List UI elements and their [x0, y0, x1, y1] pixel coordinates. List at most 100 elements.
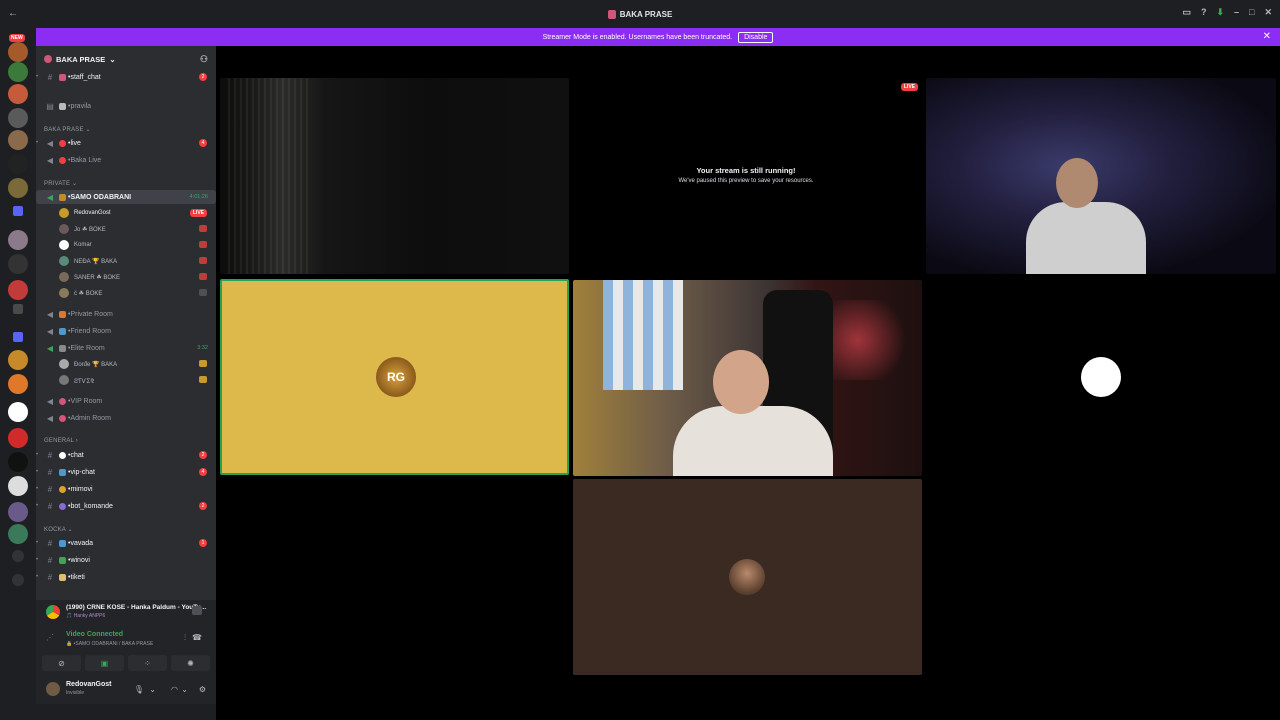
avatar: [59, 288, 69, 298]
voice-member[interactable]: SANER ☘ BOKE: [36, 270, 216, 284]
channel-live[interactable]: • ◀ •live 4: [36, 136, 216, 150]
voice-channel-vip-room[interactable]: ◀ •VIP Room: [36, 394, 216, 408]
guild-header[interactable]: BAKA PRASE ⌄ ⚇: [36, 51, 216, 67]
server-icon[interactable]: [8, 452, 28, 472]
discover-icon[interactable]: [12, 574, 24, 586]
video-tile-streamer-room[interactable]: [573, 280, 922, 476]
server-icon[interactable]: [8, 42, 28, 62]
back-arrow-icon[interactable]: ←: [8, 8, 18, 19]
video-tile-dark-room[interactable]: [220, 78, 569, 274]
category-private[interactable]: PRIVATE ⌄: [44, 180, 77, 187]
minimize-icon[interactable]: –: [1234, 7, 1239, 18]
soundboard-icon[interactable]: ✺: [171, 655, 210, 671]
voice-member[interactable]: NEĐA 🏆 BAKA: [36, 254, 216, 268]
voice-channel-path[interactable]: 🔒 •SAMO ODABRANI / BAKA PRASE: [66, 641, 153, 647]
server-icon[interactable]: [8, 178, 28, 198]
server-icon[interactable]: [13, 304, 23, 314]
voice-member[interactable]: ć ☘ BOKE: [36, 286, 216, 300]
add-server-icon[interactable]: [12, 550, 24, 562]
avatar: [59, 240, 69, 250]
stream-preview-tile[interactable]: LIVE Your stream is still running! We've…: [570, 78, 922, 274]
activity-panel[interactable]: (1990) CRNE KOSE - Hanka Paldum - YouTu.…: [36, 600, 216, 624]
maximize-icon[interactable]: □: [1249, 7, 1254, 18]
channel-bot-komande[interactable]: • # •bot_komande 2: [36, 499, 216, 513]
server-icon[interactable]: [8, 280, 28, 300]
server-icon[interactable]: [8, 62, 28, 82]
download-icon[interactable]: ⬇: [1216, 7, 1224, 18]
screen-share-button-icon[interactable]: ▣: [85, 655, 124, 671]
settings-gear-icon[interactable]: ⚙: [199, 685, 206, 694]
server-icon[interactable]: [8, 502, 28, 522]
disable-streamer-mode-button[interactable]: Disable: [738, 31, 774, 43]
server-icon[interactable]: [13, 332, 23, 342]
server-icon[interactable]: [8, 154, 28, 174]
invite-people-icon[interactable]: ⚇: [200, 54, 208, 65]
server-icon[interactable]: [8, 84, 28, 104]
voice-channel-private-room[interactable]: ◀ •Private Room: [36, 307, 216, 321]
video-tile-avatar[interactable]: [573, 479, 922, 675]
help-icon[interactable]: ?: [1201, 7, 1207, 18]
voice-channel-elite-room[interactable]: ◀ •Elite Room 3:32: [36, 341, 216, 355]
voice-member[interactable]: Đorđe 🏆 BAKA: [36, 357, 216, 371]
window-title: BAKA PRASE: [619, 9, 673, 19]
server-icon[interactable]: [13, 206, 23, 216]
channel-chat[interactable]: • # •chat 2: [36, 448, 216, 462]
person-image: [1026, 148, 1146, 274]
video-tile-empty[interactable]: [926, 279, 1276, 475]
headphones-icon[interactable]: ◠: [171, 685, 178, 694]
voice-member[interactable]: ƧƬѴΣ⅊: [36, 373, 216, 387]
voice-channel-admin-room[interactable]: ◀ •Admin Room: [36, 411, 216, 425]
chevron-down-icon[interactable]: ⌄: [181, 685, 188, 694]
channel-staff-chat[interactable]: • # •staff_chat 2: [36, 70, 216, 84]
voice-member[interactable]: RedovanGost LIVE: [36, 206, 216, 220]
server-icon[interactable]: [8, 350, 28, 370]
activities-icon[interactable]: ⁘: [128, 655, 167, 671]
channel-emoji-icon: [59, 468, 66, 476]
voice-channel-samo-odabrani[interactable]: ◀ •SAMO ODABRANI 4:01:26: [36, 190, 216, 204]
server-icon[interactable]: [8, 230, 28, 250]
voice-member[interactable]: Komar: [36, 238, 216, 252]
server-icon[interactable]: [8, 428, 28, 448]
user-panel: RedovanGost Invisible 🎙 ⌄ ◠ ⌄ ⚙: [36, 676, 216, 704]
category-kocka[interactable]: KOCKA ⌄: [44, 526, 73, 533]
channel-pravila[interactable]: ▤ •pravila: [36, 99, 216, 113]
server-icon[interactable]: [8, 254, 28, 274]
noise-suppression-icon[interactable]: ⫶: [184, 633, 186, 643]
stream-paused-title: Your stream is still running!: [696, 166, 796, 175]
server-icon[interactable]: [8, 402, 28, 422]
avatar[interactable]: [46, 682, 60, 696]
server-icon[interactable]: [8, 374, 28, 394]
voice-channel-icon: ◀: [46, 343, 54, 353]
close-window-icon[interactable]: ✕: [1264, 7, 1272, 18]
video-tile-webcam-person[interactable]: [926, 78, 1276, 274]
inbox-icon[interactable]: ▭: [1182, 7, 1191, 18]
chevron-down-icon[interactable]: ⌄: [149, 685, 156, 694]
category-baka-prase[interactable]: BAKA PRASE ⌄: [44, 126, 91, 133]
close-banner-icon[interactable]: ✕: [1263, 31, 1271, 42]
disconnect-icon[interactable]: ☎: [192, 633, 202, 642]
channel-vavada[interactable]: • # •vavada 1: [36, 536, 216, 550]
avatar-placeholder: [1081, 357, 1121, 397]
server-icon[interactable]: [8, 476, 28, 496]
voice-member[interactable]: Jo ☘ BOKE: [36, 222, 216, 236]
voice-channel-friend-room[interactable]: ◀ •Friend Room: [36, 324, 216, 338]
channel-emoji-icon: [59, 539, 66, 547]
channel-winovi[interactable]: • # •winovi: [36, 553, 216, 567]
text-channel-icon: #: [47, 538, 53, 548]
channel-baka-live[interactable]: ◀ •Baka Live: [36, 153, 216, 167]
activity-title: (1990) CRNE KOSE - Hanka Paldum - YouTu.…: [66, 604, 207, 611]
camera-off-icon[interactable]: ⊘: [42, 655, 81, 671]
server-icon[interactable]: [8, 108, 28, 128]
category-general[interactable]: GENERAL ›: [44, 438, 78, 444]
server-icon[interactable]: [8, 524, 28, 544]
new-badge: NEW: [9, 34, 25, 42]
channel-mimovi[interactable]: • # •mimovi: [36, 482, 216, 496]
server-icon[interactable]: [8, 130, 28, 150]
screen-share-icon[interactable]: [192, 606, 202, 615]
video-tile-speaking-avatar[interactable]: RG: [220, 279, 569, 475]
unread-indicator-icon: •: [36, 74, 39, 80]
microphone-icon[interactable]: 🎙: [134, 685, 144, 694]
user-name[interactable]: RedovanGost: [66, 681, 112, 688]
channel-vip-chat[interactable]: • # •vip-chat 4: [36, 465, 216, 479]
channel-tiketi[interactable]: • # •tiketi: [36, 570, 216, 584]
